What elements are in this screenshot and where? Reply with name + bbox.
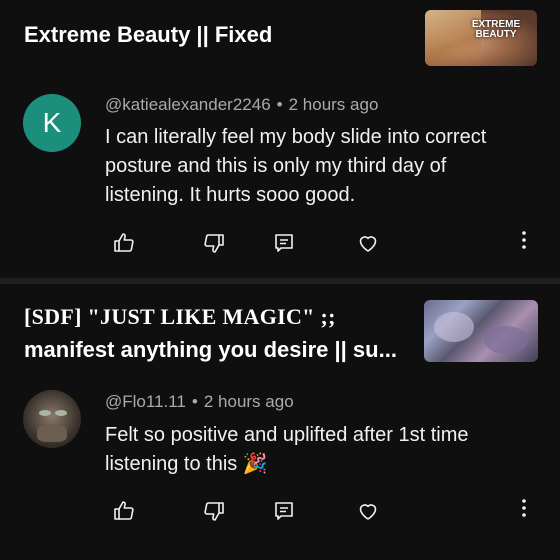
avatar-image <box>55 410 67 416</box>
thumbs-up-icon[interactable] <box>112 231 136 255</box>
timestamp: 2 hours ago <box>203 392 294 411</box>
video-title-line1: [SDF] "JUST LIKE MAGIC" ;; <box>24 304 336 329</box>
reply-icon[interactable] <box>272 499 296 523</box>
video-title[interactable]: [SDF] "JUST LIKE MAGIC" ;; manifest anyt… <box>24 300 414 366</box>
thumbnail-text: EXTREME BEAUTY <box>471 19 521 40</box>
thumbs-down-icon[interactable] <box>202 499 226 523</box>
comment-meta: @katiealexander2246 • 2 hours ago <box>105 95 378 115</box>
thumbs-up-icon[interactable] <box>112 499 136 523</box>
comment-text: I can literally feel my body slide into … <box>105 126 487 206</box>
separator-dot: • <box>276 95 283 114</box>
avatar-image <box>39 410 51 416</box>
avatar-image <box>37 424 67 442</box>
more-vertical-icon[interactable] <box>514 496 534 520</box>
avatar[interactable] <box>23 390 81 448</box>
comment-actions <box>110 499 400 525</box>
reply-icon[interactable] <box>272 231 296 255</box>
timestamp: 2 hours ago <box>288 95 379 114</box>
comment-text: Felt so positive and uplifted after 1st … <box>105 424 469 475</box>
comment-actions <box>110 231 400 257</box>
video-thumbnail[interactable]: EXTREME BEAUTY <box>425 10 537 66</box>
heart-icon[interactable] <box>356 499 380 523</box>
heart-icon[interactable] <box>356 231 380 255</box>
video-thumbnail[interactable] <box>424 300 538 362</box>
comment-card: Extreme Beauty || Fixed EXTREME BEAUTY K… <box>0 0 560 278</box>
thumbnail-image <box>434 312 474 342</box>
avatar[interactable]: K <box>23 94 81 152</box>
author-handle[interactable]: @Flo11.11 <box>105 392 186 411</box>
comment-meta: @Flo11.11 • 2 hours ago <box>105 392 294 412</box>
thumbs-down-icon[interactable] <box>202 231 226 255</box>
author-handle[interactable]: @katiealexander2246 <box>105 95 271 114</box>
more-vertical-icon[interactable] <box>514 228 534 252</box>
separator-dot: • <box>191 392 198 411</box>
thumbnail-image <box>484 326 528 354</box>
video-title-line2: manifest anything you desire || su... <box>24 337 397 362</box>
video-title[interactable]: Extreme Beauty || Fixed <box>24 18 272 51</box>
